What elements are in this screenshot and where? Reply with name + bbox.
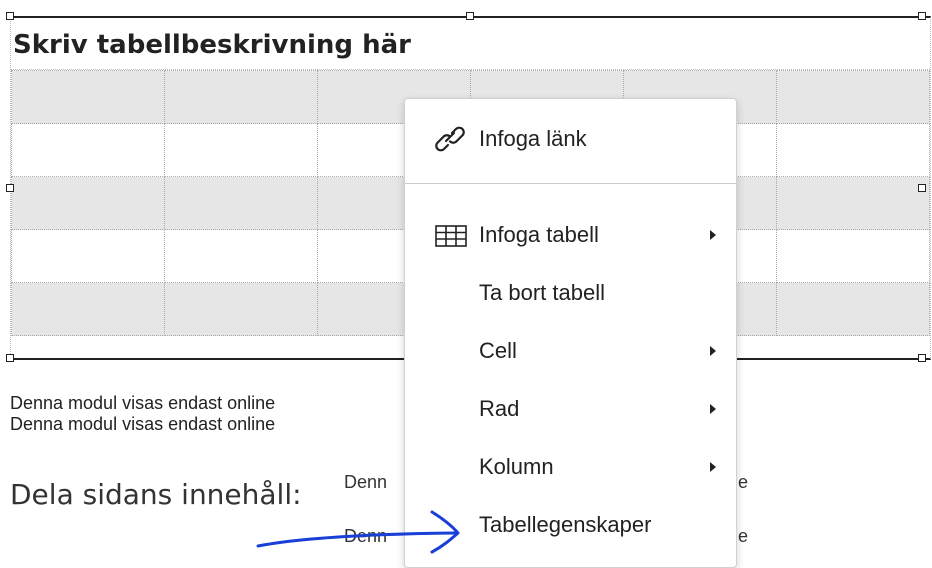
table-cell[interactable] [11, 282, 165, 336]
table-cell[interactable] [164, 176, 318, 230]
menu-item-cell[interactable]: Cell [405, 323, 736, 379]
table-caption[interactable]: Skriv tabellbeskrivning här [11, 20, 930, 70]
table-cell[interactable] [164, 123, 318, 177]
share-link[interactable]: Denn [344, 472, 387, 493]
module-notice-line: Denna modul visas endast online [10, 393, 276, 413]
share-link-trailing: e [738, 472, 749, 492]
table-cell[interactable] [164, 229, 318, 283]
resize-handle-mid-right[interactable] [918, 184, 926, 192]
menu-item-delete-table[interactable]: Ta bort tabell [405, 265, 736, 321]
share-link-trailing: e [738, 526, 749, 546]
table-cell[interactable] [11, 70, 165, 124]
module-notice-line: Denna modul visas endast online [10, 414, 276, 434]
link-icon [433, 111, 471, 167]
menu-item-label: Infoga tabell [479, 222, 599, 247]
menu-item-label: Kolumn [479, 454, 554, 479]
table-cell[interactable] [11, 123, 165, 177]
menu-separator [405, 183, 736, 184]
menu-item-column[interactable]: Kolumn [405, 439, 736, 495]
table-cell[interactable] [164, 70, 318, 124]
table-cell[interactable] [776, 123, 930, 177]
resize-handle-mid-left[interactable] [6, 184, 14, 192]
submenu-arrow-icon [710, 346, 716, 356]
resize-handle-top-right[interactable] [918, 12, 926, 20]
submenu-arrow-icon [710, 404, 716, 414]
submenu-arrow-icon [710, 230, 716, 240]
resize-handle-bottom-left[interactable] [6, 354, 14, 362]
share-label: Dela sidans innehåll: [10, 478, 302, 511]
menu-item-table-properties[interactable]: Tabellegenskaper [405, 497, 736, 553]
table-cell[interactable] [776, 176, 930, 230]
table-cell[interactable] [776, 70, 930, 124]
table-icon [433, 207, 471, 263]
table-cell[interactable] [776, 282, 930, 336]
menu-item-insert-table[interactable]: Infoga tabell [405, 207, 736, 263]
menu-item-row[interactable]: Rad [405, 381, 736, 437]
menu-item-label: Rad [479, 396, 520, 421]
context-menu: Infoga länk Infoga tabell Ta bort tabell… [404, 98, 737, 568]
menu-item-label: Tabellegenskaper [479, 512, 652, 537]
menu-item-label: Infoga länk [479, 126, 587, 151]
submenu-arrow-icon [710, 462, 716, 472]
table-cell[interactable] [11, 176, 165, 230]
resize-handle-top-center[interactable] [466, 12, 474, 20]
menu-item-label: Ta bort tabell [479, 280, 605, 305]
share-link[interactable]: Denn [344, 526, 387, 547]
table-cell[interactable] [164, 282, 318, 336]
table-cell[interactable] [776, 229, 930, 283]
resize-handle-bottom-right[interactable] [918, 354, 926, 362]
table-cell[interactable] [11, 229, 165, 283]
menu-item-insert-link[interactable]: Infoga länk [405, 111, 736, 167]
resize-handle-top-left[interactable] [6, 12, 14, 20]
menu-item-label: Cell [479, 338, 517, 363]
